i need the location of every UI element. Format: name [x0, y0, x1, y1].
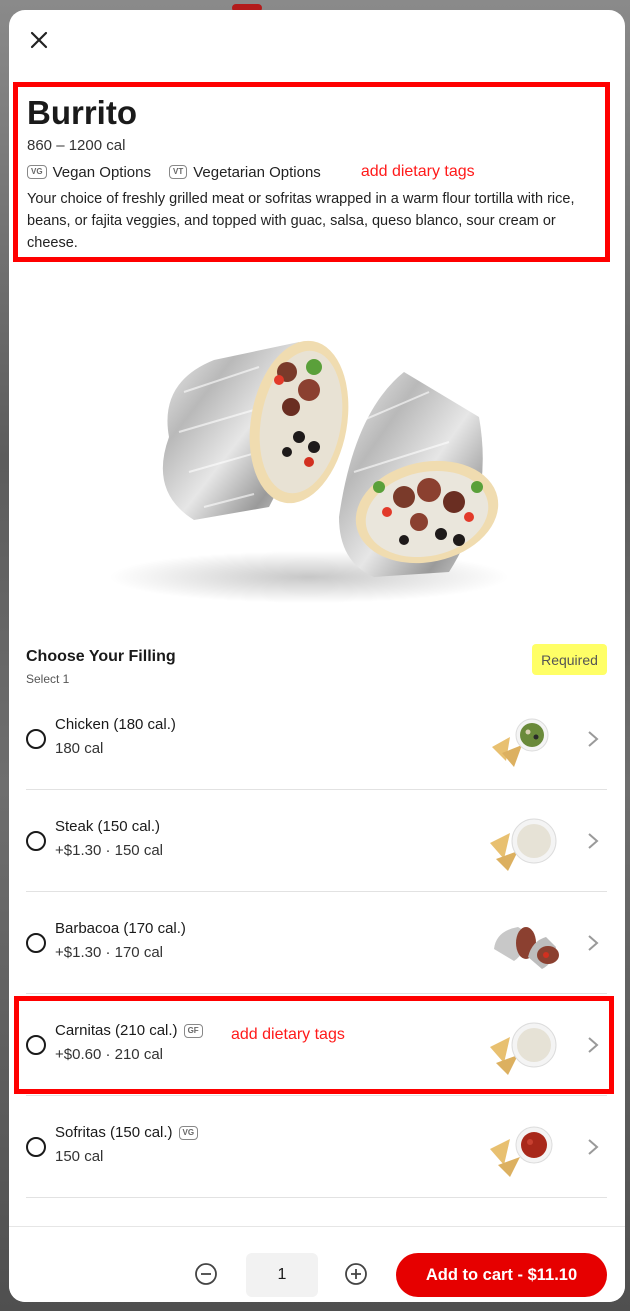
chips-queso-icon [490, 818, 557, 871]
radio-button[interactable] [26, 1137, 46, 1157]
item-calories: 860 – 1200 cal [27, 137, 126, 154]
chevron-right-icon [588, 1139, 599, 1155]
filling-option-chicken[interactable]: Chicken (180 cal.) 180 cal [26, 689, 607, 790]
quantity-input[interactable] [246, 1253, 318, 1297]
chevron-right-icon [588, 833, 599, 849]
option-price-cal: 150 cal [55, 1148, 104, 1165]
required-badge: Required [532, 644, 607, 675]
item-modal: Burrito 860 – 1200 cal VG Vegan Options … [9, 10, 625, 1302]
annotation-box-carnitas [14, 996, 614, 1094]
filling-option-steak[interactable]: Steak (150 cal.) +$1.30 · 150 cal [26, 791, 607, 892]
radio-button[interactable] [26, 831, 46, 851]
vegetarian-options-label: Vegetarian Options [193, 163, 321, 181]
vegan-badge-icon: VG [27, 165, 47, 179]
chips-salsa-icon [490, 1126, 553, 1177]
option-name: Sofritas (150 cal.) [55, 1124, 173, 1141]
filling-section-subtitle: Select 1 [26, 672, 70, 686]
option-name-row: Steak (150 cal.) [55, 818, 160, 835]
burrito-image-icon [109, 340, 509, 603]
chevron-right-icon [588, 935, 599, 951]
option-price-cal: +$1.30 · 150 cal [55, 842, 163, 859]
radio-button[interactable] [26, 729, 46, 749]
option-price-cal: 180 cal [55, 740, 104, 757]
chevron-right-icon [588, 731, 599, 747]
item-title: Burrito [27, 94, 137, 131]
annotation-note-header: add dietary tags [360, 163, 475, 180]
item-hero-image [9, 272, 625, 632]
add-to-cart-button[interactable]: Add to cart - $11.10 [396, 1253, 607, 1297]
dietary-tags: VG Vegan Options VT Vegetarian Options a… [27, 162, 475, 182]
vegan-options-label: Vegan Options [52, 163, 151, 181]
filling-section-title: Choose Your Filling [26, 648, 176, 665]
filling-option-barbacoa[interactable]: Barbacoa (170 cal.) +$1.30 · 170 cal [26, 893, 607, 994]
option-name-row: Chicken (180 cal.) [55, 716, 176, 733]
chips-guac-icon [492, 718, 549, 767]
annotation-note-carnitas: add dietary tags [231, 1026, 345, 1043]
vegan-badge-icon: VG [178, 1125, 199, 1140]
option-name-row: Sofritas (150 cal.) VG [55, 1124, 199, 1141]
vegetarian-badge-icon: VT [168, 165, 188, 179]
plus-circle-icon[interactable] [344, 1262, 368, 1286]
option-name: Chicken (180 cal.) [55, 716, 176, 733]
option-price-cal: +$1.30 · 170 cal [55, 944, 163, 961]
cart-footer: Add to cart - $11.10 [9, 1226, 625, 1302]
radio-button[interactable] [26, 933, 46, 953]
option-name-row: Barbacoa (170 cal.) [55, 920, 186, 937]
close-icon [30, 31, 48, 49]
option-name: Barbacoa (170 cal.) [55, 920, 186, 937]
option-name: Steak (150 cal.) [55, 818, 161, 835]
filling-option-sofritas[interactable]: Sofritas (150 cal.) VG 150 cal [26, 1097, 607, 1198]
item-description: Your choice of freshly grilled meat or s… [27, 191, 575, 251]
minus-circle-icon[interactable] [194, 1262, 218, 1286]
burrito-icon [494, 927, 559, 969]
close-button[interactable] [25, 26, 53, 54]
